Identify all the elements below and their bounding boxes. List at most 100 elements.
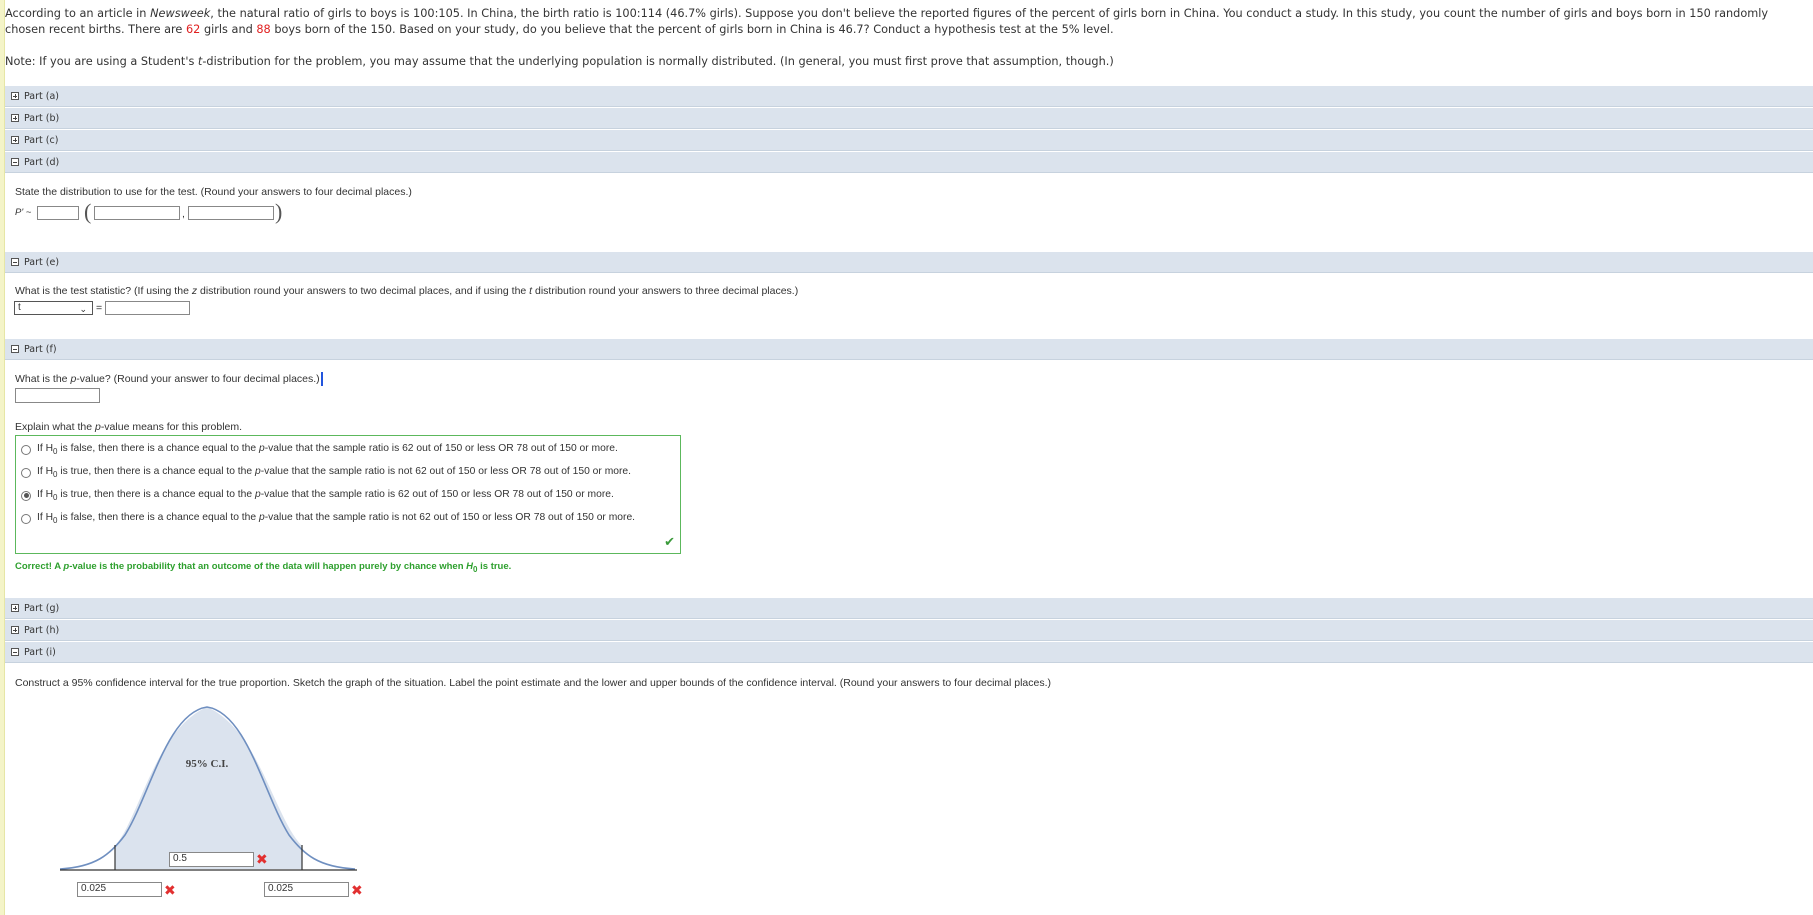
part-g-label: Part (g) [24,602,60,614]
distribution-mean-input[interactable] [94,206,180,220]
part-a-header[interactable]: Part (a) [5,86,1813,107]
problem-text-3: girls and [200,23,257,36]
problem-statement: According to an article in Newsweek, the… [5,6,1805,38]
option-text: If H0 is true, then there is a chance eq… [37,466,631,479]
x-mark-icon: ✖ [256,852,268,868]
opt-post: -value that the sample ratio is not 62 o… [264,512,636,523]
plus-box-icon[interactable] [11,604,19,612]
distribution-sd-input[interactable] [188,206,274,220]
part-g-header[interactable]: Part (g) [5,598,1813,619]
part-e-header[interactable]: Part (e) [5,252,1813,273]
opt-mid: is true, then there is a chance equal to… [57,466,255,477]
opt-mid: is false, then there is a chance equal t… [57,443,259,454]
option-text: If H0 is false, then there is a chance e… [37,443,618,456]
part-e-label: Part (e) [24,256,60,268]
distribution-type-input[interactable] [37,206,79,220]
opt-mid: is true, then there is a chance equal to… [57,489,255,500]
option-4[interactable]: If H0 is false, then there is a chance e… [21,512,635,525]
q-text: Explain what the [15,421,95,433]
q-text: What is the [15,372,71,385]
select-value: t [18,302,21,313]
lower-bound-input[interactable]: 0.025 [77,882,162,897]
opt-pre: If H [37,489,54,500]
open-paren: ( [84,199,92,224]
explain-prompt: Explain what the p-value means for this … [15,421,242,433]
girls-count: 62 [185,23,201,36]
radio-button[interactable] [21,467,31,478]
opt-post: -value that the sample ratio is 62 out o… [264,443,618,454]
fb-text: Correct! A [15,561,64,572]
part-h-header[interactable]: Part (h) [5,620,1813,641]
part-b-header[interactable]: Part (b) [5,108,1813,129]
part-d-header[interactable]: Part (d) [5,152,1813,173]
radio-button[interactable] [21,444,31,455]
plus-box-icon[interactable] [11,114,19,122]
p-value-options: If H0 is false, then there is a chance e… [15,435,681,554]
opt-mid: is false, then there is a chance equal t… [57,512,259,523]
opt-post: -value that the sample ratio is 62 out o… [260,489,614,500]
minus-box-icon[interactable] [11,158,19,166]
option-text: If H0 is false, then there is a chance e… [37,512,635,525]
ci-shaded-region [115,707,302,869]
minus-box-icon[interactable] [11,258,19,266]
ci-label: 95% C.I. [186,758,229,770]
opt-pre: If H [37,466,54,477]
option-text: If H0 is true, then there is a chance eq… [37,489,614,502]
fb-text: -value is the probability that an outcom… [69,561,467,572]
opt-post: -value that the sample ratio is not 62 o… [260,466,632,477]
part-c-label: Part (c) [24,134,59,146]
part-f-header[interactable]: Part (f) [5,339,1813,360]
equals-sign: = [96,302,103,314]
problem-text-4: boys born of the 150. Based on your stud… [270,23,1114,36]
problem-text-1: According to an article in [5,7,151,20]
point-estimate-input[interactable]: 0.5 [169,852,254,867]
part-f-label: Part (f) [24,343,57,355]
minus-box-icon[interactable] [11,648,19,656]
text-cursor [320,372,323,386]
p-value-input[interactable] [15,388,100,403]
plus-box-icon[interactable] [11,626,19,634]
note: Note: If you are using a Student's t-dis… [5,54,1114,70]
option-2[interactable]: If H0 is true, then there is a chance eq… [21,466,631,479]
q-text: distribution round your answers to three… [532,285,799,297]
upper-bound-input[interactable]: 0.025 [264,882,349,897]
x-mark-icon: ✖ [351,883,363,899]
part-e-question: What is the test statistic? (If using th… [15,285,798,297]
radio-button-selected[interactable] [21,490,31,501]
q-text: What is the test statistic? (If using th… [15,285,192,297]
comma: , [182,208,185,220]
test-statistic-input[interactable] [105,301,190,315]
q-text: distribution round your answers to two d… [197,285,530,297]
minus-box-icon[interactable] [11,345,19,353]
plus-box-icon[interactable] [11,92,19,100]
distribution-variable: P' ~ [15,207,32,218]
test-statistic-select[interactable]: t ⌄ [14,301,93,315]
option-3[interactable]: If H0 is true, then there is a chance eq… [21,489,614,502]
radio-button[interactable] [21,513,31,524]
part-h-label: Part (h) [24,624,60,636]
part-i-question: Construct a 95% confidence interval for … [15,677,1052,689]
feedback-correct: Correct! A p-value is the probability th… [15,561,511,574]
part-a-label: Part (a) [24,90,60,102]
part-i-header[interactable]: Part (i) [5,642,1813,663]
x-mark-icon: ✖ [164,883,176,899]
q-text: -value means for this problem. [100,421,243,433]
note-text-1: Note: If you are using a Student's [5,55,198,68]
part-b-label: Part (b) [24,112,60,124]
option-1[interactable]: If H0 is false, then there is a chance e… [21,443,618,456]
boys-count: 88 [256,23,271,36]
part-i-label: Part (i) [24,646,56,658]
plus-box-icon[interactable] [11,136,19,144]
close-paren: ) [275,199,283,224]
opt-pre: If H [37,512,54,523]
magazine-name: Newsweek [150,7,211,20]
chevron-down-icon: ⌄ [79,304,87,314]
checkmark-icon: ✔ [664,535,675,550]
part-d-label: Part (d) [24,156,60,168]
part-f-question: What is the p-value? (Round your answer … [15,372,323,386]
normal-curve-sketch: 95% C.I. [59,706,357,871]
opt-pre: If H [37,443,54,454]
part-c-header[interactable]: Part (c) [5,130,1813,151]
q-text: -value? (Round your answer to four decim… [76,372,320,385]
fb-text: is true. [477,561,512,572]
